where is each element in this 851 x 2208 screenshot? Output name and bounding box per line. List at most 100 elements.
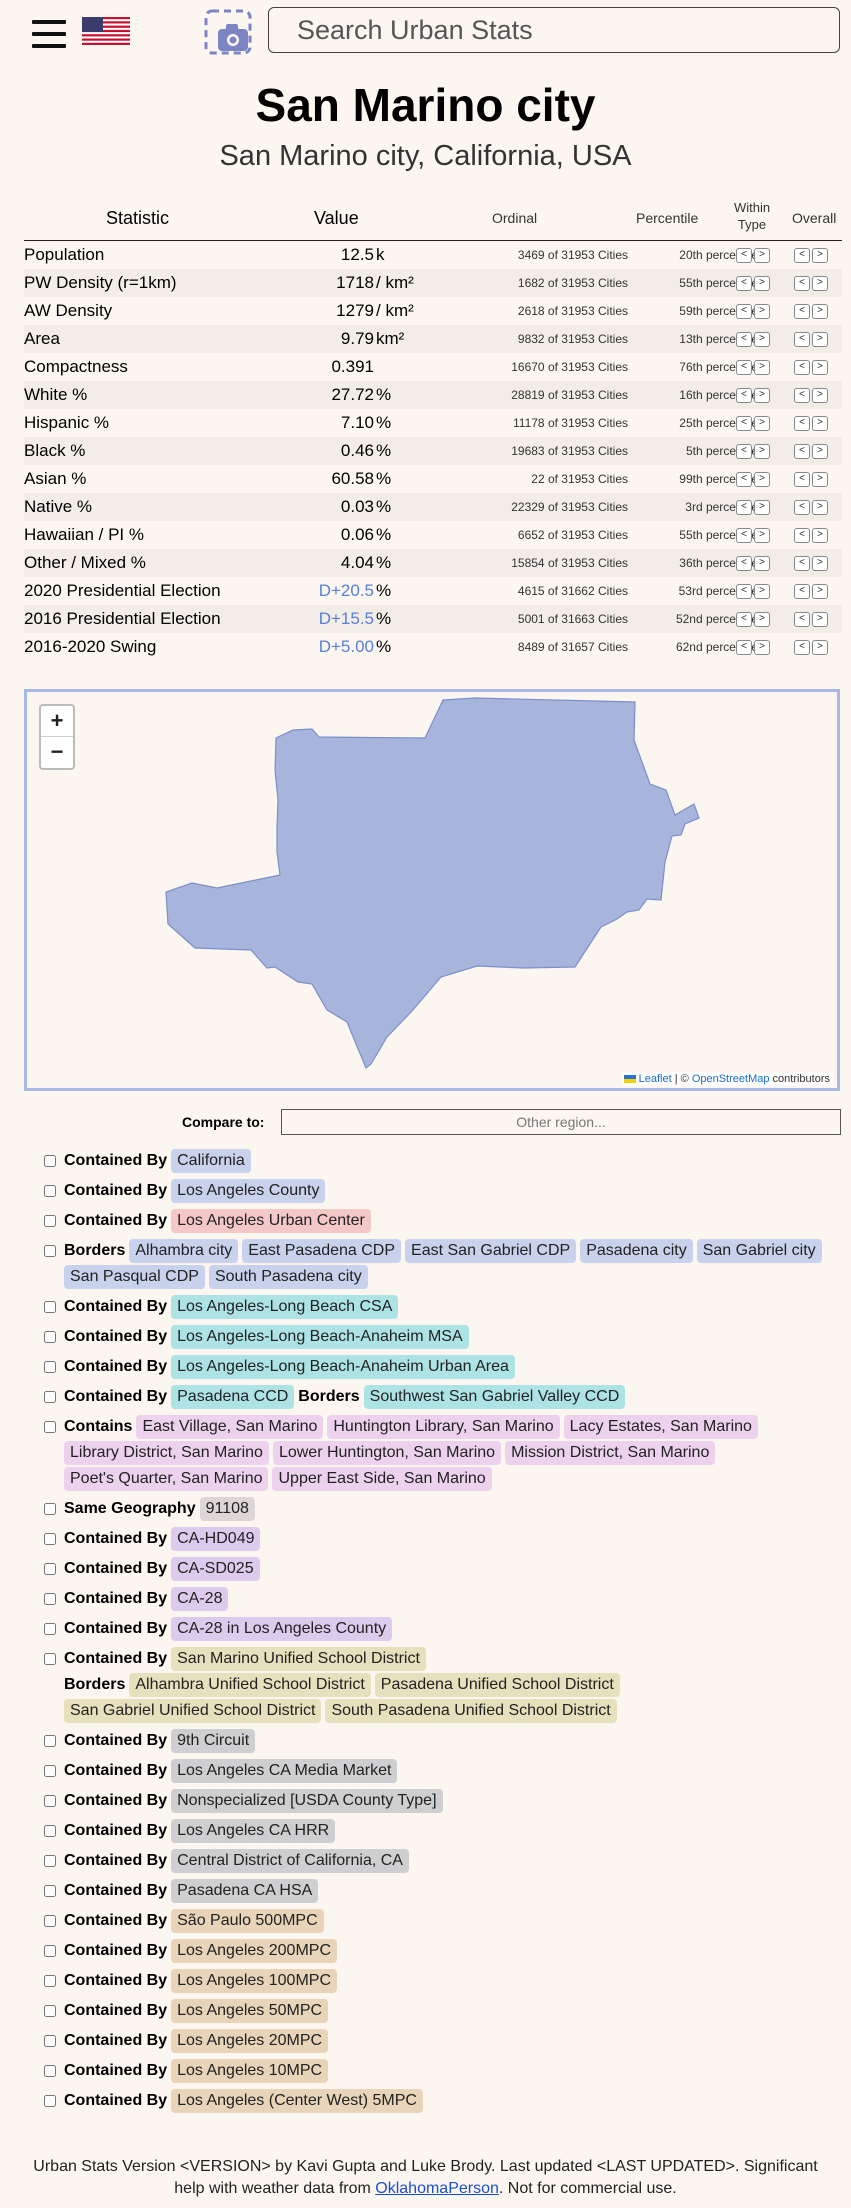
region-link[interactable]: Los Angeles-Long Beach-Anaheim Urban Are…: [171, 1355, 515, 1379]
next-button[interactable]: >: [754, 416, 770, 432]
relationship-checkbox[interactable]: [44, 1563, 56, 1575]
next-button[interactable]: >: [754, 360, 770, 376]
prev-button[interactable]: <: [794, 584, 810, 600]
region-link[interactable]: Pasadena city: [580, 1239, 693, 1263]
next-button[interactable]: >: [754, 528, 770, 544]
next-button[interactable]: >: [754, 640, 770, 656]
region-link[interactable]: Los Angeles CA HRR: [171, 1819, 336, 1843]
next-button[interactable]: >: [812, 528, 828, 544]
region-link[interactable]: Los Angeles 50MPC: [171, 1999, 329, 2023]
stat-name[interactable]: 2016-2020 Swing: [24, 633, 156, 661]
relationship-checkbox[interactable]: [44, 1155, 56, 1167]
prev-button[interactable]: <: [736, 640, 752, 656]
stat-name[interactable]: White %: [24, 381, 87, 409]
zoom-in-button[interactable]: +: [41, 706, 73, 737]
prev-button[interactable]: <: [794, 612, 810, 628]
prev-button[interactable]: <: [794, 640, 810, 656]
prev-button[interactable]: <: [794, 332, 810, 348]
next-button[interactable]: >: [754, 388, 770, 404]
stat-name[interactable]: 2020 Presidential Election: [24, 577, 221, 605]
prev-button[interactable]: <: [736, 612, 752, 628]
osm-link[interactable]: OpenStreetMap: [692, 1073, 770, 1085]
relationship-checkbox[interactable]: [44, 1593, 56, 1605]
relationship-checkbox[interactable]: [44, 1391, 56, 1403]
prev-button[interactable]: <: [794, 500, 810, 516]
next-button[interactable]: >: [812, 360, 828, 376]
region-link[interactable]: Los Angeles (Center West) 5MPC: [171, 2089, 423, 2113]
region-link[interactable]: Pasadena Unified School District: [374, 1673, 620, 1697]
stat-name[interactable]: Black %: [24, 437, 85, 465]
next-button[interactable]: >: [812, 640, 828, 656]
relationship-checkbox[interactable]: [44, 1503, 56, 1515]
prev-button[interactable]: <: [736, 416, 752, 432]
stat-name[interactable]: AW Density: [24, 297, 112, 325]
next-button[interactable]: >: [812, 556, 828, 572]
region-link[interactable]: Lacy Estates, San Marino: [563, 1415, 758, 1439]
next-button[interactable]: >: [754, 556, 770, 572]
relationship-checkbox[interactable]: [44, 1245, 56, 1257]
region-link[interactable]: Los Angeles-Long Beach-Anaheim MSA: [171, 1325, 469, 1349]
prev-button[interactable]: <: [736, 304, 752, 320]
menu-button[interactable]: [32, 20, 66, 50]
footer-link[interactable]: OklahomaPerson: [375, 2180, 499, 2197]
region-link[interactable]: CA-SD025: [171, 1557, 260, 1581]
region-link[interactable]: California: [171, 1149, 251, 1173]
next-button[interactable]: >: [754, 304, 770, 320]
prev-button[interactable]: <: [794, 276, 810, 292]
relationship-checkbox[interactable]: [44, 1825, 56, 1837]
next-button[interactable]: >: [754, 332, 770, 348]
region-link[interactable]: Library District, San Marino: [64, 1441, 269, 1465]
prev-button[interactable]: <: [736, 332, 752, 348]
prev-button[interactable]: <: [794, 248, 810, 264]
next-button[interactable]: >: [812, 444, 828, 460]
next-button[interactable]: >: [754, 248, 770, 264]
region-link[interactable]: San Gabriel city: [696, 1239, 822, 1263]
prev-button[interactable]: <: [736, 248, 752, 264]
prev-button[interactable]: <: [736, 444, 752, 460]
next-button[interactable]: >: [812, 388, 828, 404]
region-link[interactable]: Los Angeles 200MPC: [171, 1939, 337, 1963]
stat-name[interactable]: Other / Mixed %: [24, 549, 146, 577]
relationship-checkbox[interactable]: [44, 1331, 56, 1343]
relationship-checkbox[interactable]: [44, 1975, 56, 1987]
region-link[interactable]: Lower Huntington, San Marino: [272, 1441, 502, 1465]
prev-button[interactable]: <: [736, 388, 752, 404]
relationship-checkbox[interactable]: [44, 1301, 56, 1313]
region-link[interactable]: Alhambra city: [129, 1239, 239, 1263]
region-link[interactable]: Los Angeles-Long Beach CSA: [171, 1295, 399, 1319]
region-link[interactable]: San Gabriel Unified School District: [64, 1699, 322, 1723]
relationship-checkbox[interactable]: [44, 2035, 56, 2047]
region-link[interactable]: Southwest San Gabriel Valley CCD: [363, 1385, 626, 1409]
camera-icon[interactable]: [204, 9, 252, 55]
stat-name[interactable]: Hawaiian / PI %: [24, 521, 144, 549]
prev-button[interactable]: <: [794, 388, 810, 404]
prev-button[interactable]: <: [736, 276, 752, 292]
relationship-checkbox[interactable]: [44, 1855, 56, 1867]
region-link[interactable]: South Pasadena city: [208, 1265, 368, 1289]
prev-button[interactable]: <: [736, 584, 752, 600]
region-link[interactable]: Upper East Side, San Marino: [272, 1467, 492, 1491]
prev-button[interactable]: <: [794, 416, 810, 432]
region-link[interactable]: CA-HD049: [171, 1527, 261, 1551]
relationship-checkbox[interactable]: [44, 1185, 56, 1197]
next-button[interactable]: >: [812, 248, 828, 264]
relationship-checkbox[interactable]: [44, 1945, 56, 1957]
stat-name[interactable]: Asian %: [24, 465, 86, 493]
relationship-checkbox[interactable]: [44, 1623, 56, 1635]
zoom-out-button[interactable]: −: [41, 737, 73, 767]
region-link[interactable]: South Pasadena Unified School District: [325, 1699, 617, 1723]
stat-name[interactable]: Native %: [24, 493, 92, 521]
region-link[interactable]: CA-28: [171, 1587, 229, 1611]
next-button[interactable]: >: [812, 472, 828, 488]
next-button[interactable]: >: [754, 444, 770, 460]
search-input[interactable]: [268, 7, 840, 53]
next-button[interactable]: >: [754, 472, 770, 488]
stat-name[interactable]: 2016 Presidential Election: [24, 605, 221, 633]
relationship-checkbox[interactable]: [44, 1215, 56, 1227]
region-link[interactable]: Los Angeles 20MPC: [171, 2029, 329, 2053]
next-button[interactable]: >: [812, 276, 828, 292]
prev-button[interactable]: <: [736, 360, 752, 376]
stat-name[interactable]: Compactness: [24, 353, 128, 381]
next-button[interactable]: >: [812, 304, 828, 320]
region-link[interactable]: São Paulo 500MPC: [171, 1909, 324, 1933]
